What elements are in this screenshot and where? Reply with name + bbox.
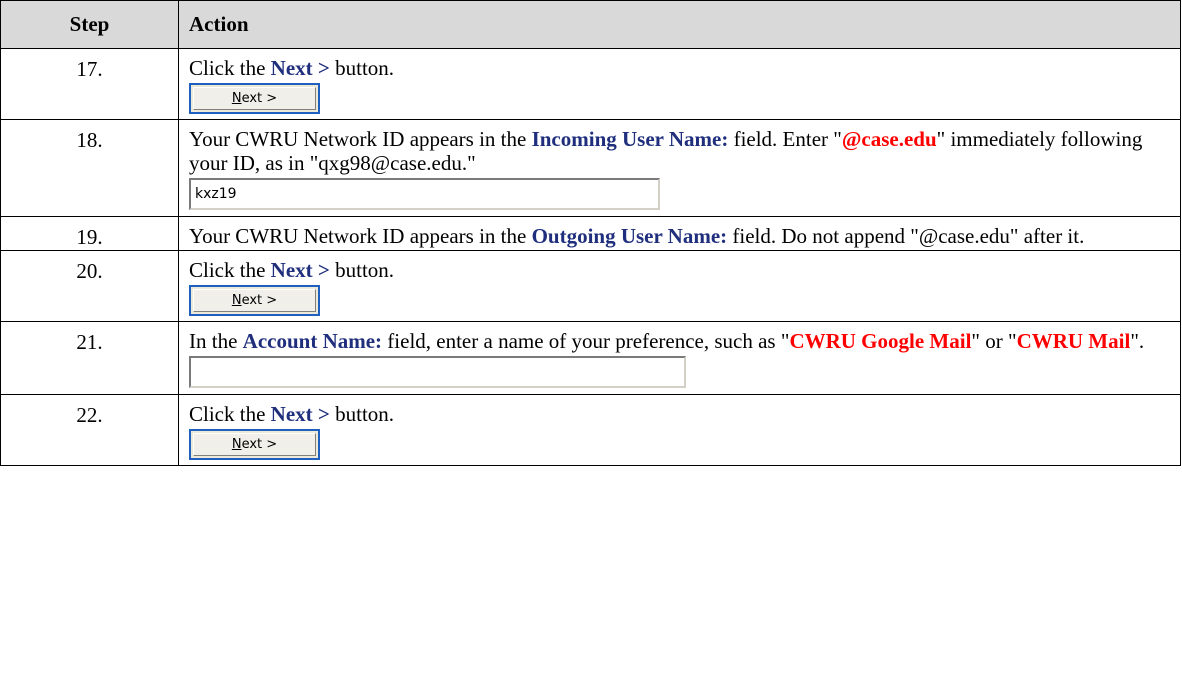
action-text-segment: button.: [329, 56, 395, 80]
step-number: 21.: [0, 321, 179, 395]
entry-value-highlight: CWRU Google Mail: [789, 329, 972, 353]
incoming-user-name-field[interactable]: kxz19: [189, 178, 660, 210]
next-button[interactable]: Next >: [189, 285, 320, 316]
action-text-segment: " or ": [971, 329, 1017, 353]
step-number: 17.: [0, 48, 179, 120]
entry-value-highlight: @case.edu: [841, 127, 937, 151]
table-row: 20. Click the Next > button. Next >: [0, 250, 1181, 322]
next-button-label: Next >: [193, 87, 316, 110]
step-number: 20.: [0, 250, 179, 322]
ui-term-highlight: Next >: [270, 402, 330, 426]
table-row: 17. Click the Next > button. Next >: [0, 48, 1181, 120]
step-number: 19.: [0, 216, 179, 251]
action-text-segment: Click the: [189, 402, 271, 426]
action-text: Click the Next > button.: [189, 56, 1170, 80]
table-row: 21. In the Account Name: field, enter a n…: [0, 321, 1181, 395]
ui-term-highlight: Incoming User Name:: [531, 127, 729, 151]
action-text-segment: button.: [329, 402, 395, 426]
action-text: In the Account Name: field, enter a name…: [189, 329, 1170, 353]
action-text-segment: Your CWRU Network ID appears in the: [189, 224, 532, 248]
next-button-label-rest: ext >: [241, 91, 278, 106]
action-text-segment: Click the: [189, 56, 271, 80]
action-cell: Click the Next > button. Next >: [178, 48, 1181, 120]
action-cell: Click the Next > button. Next >: [178, 250, 1181, 322]
step-number: 22.: [0, 394, 179, 466]
next-button-label-rest: ext >: [241, 437, 278, 452]
action-text-segment: field. Enter ": [728, 127, 842, 151]
action-column-header: Action: [178, 0, 1181, 49]
ui-term-highlight: Outgoing User Name:: [531, 224, 728, 248]
step-column-header: Step: [0, 0, 179, 49]
ui-term-highlight: Account Name:: [242, 329, 383, 353]
action-text-segment: In the: [189, 329, 243, 353]
action-cell: In the Account Name: field, enter a name…: [178, 321, 1181, 395]
next-button-label: Next >: [193, 289, 316, 312]
action-cell: Your CWRU Network ID appears in the Inco…: [178, 119, 1181, 217]
next-button[interactable]: Next >: [189, 83, 320, 114]
next-button-mnemonic: N: [231, 91, 242, 106]
action-text: Your CWRU Network ID appears in the Inco…: [189, 127, 1170, 175]
entry-value-highlight: CWRU Mail: [1016, 329, 1131, 353]
action-text: Click the Next > button.: [189, 402, 1170, 426]
action-text-segment: Your CWRU Network ID appears in the: [189, 127, 532, 151]
action-text-segment: field, enter a name of your preference, …: [382, 329, 790, 353]
ui-term-highlight: Next >: [270, 258, 330, 282]
next-button-mnemonic: N: [231, 293, 242, 308]
instruction-table: Step Action 17. Click the Next > button. N…: [0, 0, 1181, 466]
action-text: Your CWRU Network ID appears in the Outg…: [189, 224, 1170, 248]
next-button-label-rest: ext >: [241, 293, 278, 308]
step-number: 18.: [0, 119, 179, 217]
action-text-segment: ".: [1130, 329, 1145, 353]
table-row: 19. Your CWRU Network ID appears in the O…: [0, 216, 1181, 251]
ui-term-highlight: Next >: [270, 56, 330, 80]
table-header-row: Step Action: [0, 0, 1181, 49]
instruction-rows: 17. Click the Next > button. Next >18. Your…: [0, 48, 1181, 466]
next-button-mnemonic: N: [231, 437, 242, 452]
action-text-segment: field. Do not append "@case.edu" after i…: [727, 224, 1085, 248]
next-button[interactable]: Next >: [189, 429, 320, 460]
action-cell: Your CWRU Network ID appears in the Outg…: [178, 216, 1181, 251]
action-cell: Click the Next > button. Next >: [178, 394, 1181, 466]
account-name-field[interactable]: [189, 356, 686, 388]
table-row: 22. Click the Next > button. Next >: [0, 394, 1181, 466]
next-button-label: Next >: [193, 433, 316, 456]
action-text-segment: Click the: [189, 258, 271, 282]
table-row: 18. Your CWRU Network ID appears in the I…: [0, 119, 1181, 217]
action-text-segment: button.: [329, 258, 395, 282]
action-text: Click the Next > button.: [189, 258, 1170, 282]
